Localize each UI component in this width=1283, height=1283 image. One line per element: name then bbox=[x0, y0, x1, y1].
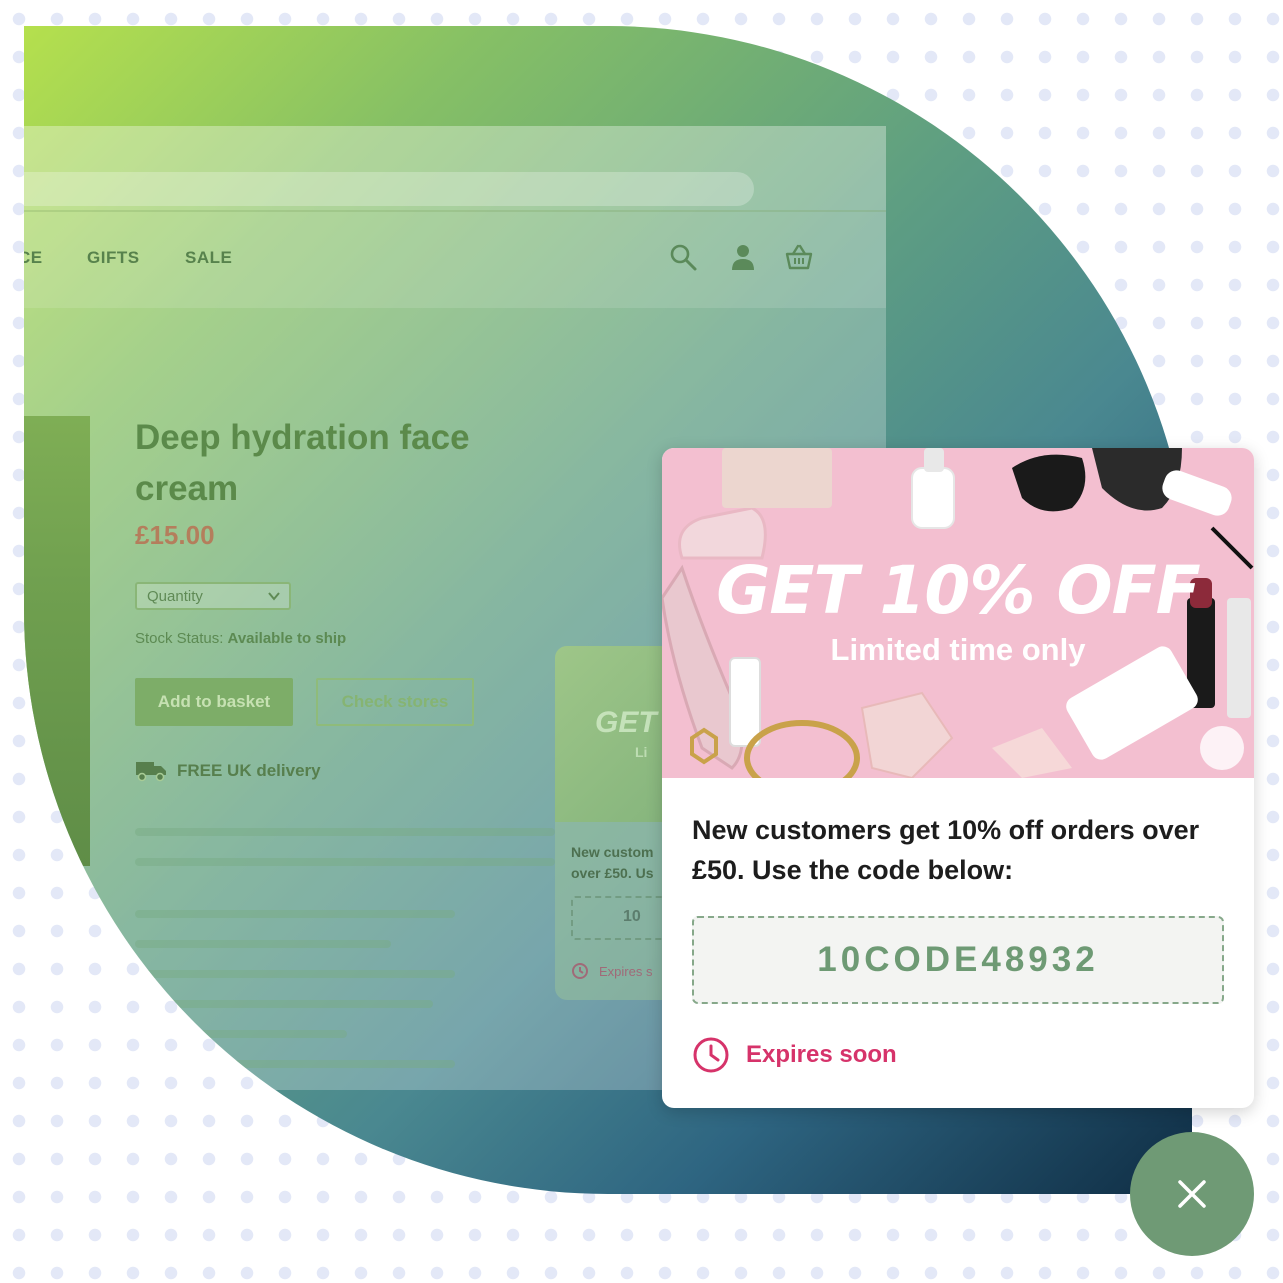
popup-subline: Limited time only bbox=[830, 632, 1086, 667]
close-button[interactable] bbox=[1130, 1132, 1254, 1256]
quantity-label: Quantity bbox=[147, 588, 203, 605]
stock-label: Stock Status: bbox=[135, 630, 224, 647]
text-placeholder-line bbox=[135, 940, 391, 948]
popup-hero-image: GET 10% OFF Limited time only bbox=[662, 448, 1254, 778]
delivery-info: FREE UK delivery bbox=[135, 760, 321, 782]
mini-popup-code: 10 bbox=[623, 908, 641, 925]
text-placeholder-line bbox=[135, 858, 555, 866]
popup-message: New customers get 10% off orders over £5… bbox=[692, 815, 1200, 885]
site-nav: CE GIFTS SALE bbox=[24, 212, 886, 308]
mini-popup-expires: Expires s bbox=[571, 962, 652, 980]
account-icon[interactable] bbox=[728, 242, 758, 272]
mini-popup-subline: Li bbox=[635, 744, 648, 760]
chevron-down-icon bbox=[268, 592, 280, 601]
delivery-text: FREE UK delivery bbox=[177, 761, 321, 780]
search-icon[interactable] bbox=[668, 242, 698, 272]
text-placeholder-line bbox=[135, 970, 455, 978]
basket-icon[interactable] bbox=[784, 242, 814, 272]
browser-topbar bbox=[24, 126, 886, 212]
clock-icon bbox=[572, 963, 588, 979]
mini-popup-message-line: over £50. Us bbox=[571, 865, 654, 881]
close-icon bbox=[1178, 1180, 1206, 1208]
discount-popup: GET 10% OFF Limited time only New custom… bbox=[662, 448, 1254, 1108]
text-placeholder-line bbox=[135, 1000, 433, 1008]
nav-item-gifts[interactable]: GIFTS bbox=[87, 248, 140, 268]
text-placeholder-line bbox=[135, 828, 555, 836]
quantity-select[interactable]: Quantity bbox=[135, 582, 291, 610]
mini-popup-message: New custom over £50. Us bbox=[571, 842, 654, 884]
text-placeholder-line bbox=[135, 910, 455, 918]
stock-status: Stock Status: Available to ship bbox=[135, 630, 346, 647]
text-placeholder-line bbox=[135, 1030, 347, 1038]
mini-popup-message-line: New custom bbox=[571, 844, 654, 860]
check-stores-button[interactable]: Check stores bbox=[316, 678, 474, 726]
popup-headline: GET 10% OFF bbox=[716, 552, 1200, 629]
expires-notice: Expires soon bbox=[692, 1036, 897, 1074]
expires-text: Expires soon bbox=[746, 1041, 897, 1068]
nav-item-partial[interactable]: CE bbox=[24, 248, 43, 268]
address-bar bbox=[24, 172, 754, 206]
text-placeholder-line bbox=[135, 1060, 455, 1068]
product-image bbox=[24, 416, 90, 866]
clock-icon bbox=[693, 1037, 729, 1073]
add-to-basket-button[interactable]: Add to basket bbox=[135, 678, 293, 726]
discount-code-box[interactable]: 10CODE48932 bbox=[692, 916, 1224, 1004]
truck-icon bbox=[136, 762, 166, 782]
product-title: Deep hydration face cream bbox=[135, 418, 470, 508]
mini-popup-headline: GET bbox=[595, 706, 657, 739]
mini-popup-expires-text: Expires s bbox=[599, 963, 653, 979]
nav-item-sale[interactable]: SALE bbox=[185, 248, 232, 268]
product-price: £15.00 bbox=[135, 520, 215, 550]
stock-value: Available to ship bbox=[227, 630, 347, 647]
